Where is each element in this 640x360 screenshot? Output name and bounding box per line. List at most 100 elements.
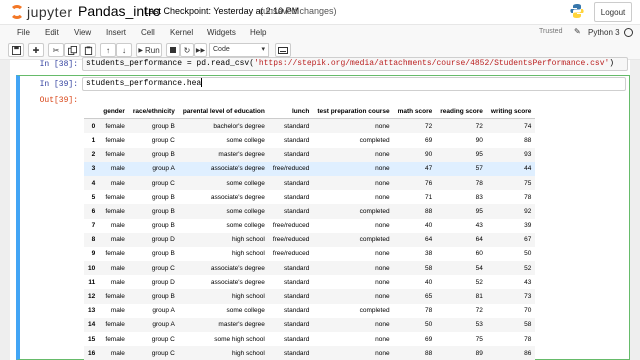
- table-cell: none: [375, 293, 390, 301]
- column-header: parental level of education: [178, 104, 269, 120]
- table-cell: master's degree: [218, 151, 265, 159]
- table-cell: group B: [152, 193, 175, 201]
- table-cell: group C: [151, 349, 175, 357]
- column-header: race/ethnicity: [128, 104, 179, 120]
- restart-button[interactable]: ↻: [180, 43, 194, 57]
- table-row: 16 male group C high school standard none 88 89…: [84, 346, 536, 360]
- table-cell: 58: [524, 321, 532, 329]
- menu-insert[interactable]: Insert: [106, 28, 126, 37]
- table-cell: completed: [359, 307, 390, 315]
- table-cell: 83: [475, 193, 483, 201]
- table-row: 15 female group C some high school standard n…: [84, 332, 535, 346]
- move-up-button[interactable]: ↑: [100, 43, 116, 57]
- table-cell: 90: [475, 136, 483, 144]
- menu-file[interactable]: File: [17, 28, 30, 37]
- table-cell: male: [110, 307, 125, 315]
- copy-icon: [67, 45, 77, 55]
- paste-button[interactable]: [80, 43, 96, 57]
- column-header: test preparation course: [313, 104, 394, 120]
- table-cell: associate's degree: [210, 165, 265, 173]
- table-cell: 64: [425, 236, 433, 244]
- menu-help[interactable]: Help: [250, 28, 266, 37]
- table-cell: 78: [475, 179, 483, 187]
- table-cell: associate's degree: [210, 264, 265, 272]
- code-cell-input[interactable]: students_performance = pd.read_csv('http…: [82, 57, 628, 71]
- code-cell-input[interactable]: students_performance.hea: [82, 77, 626, 91]
- table-cell: standard: [284, 264, 310, 272]
- table-cell: 76: [425, 179, 433, 187]
- table-cell: high school: [231, 236, 265, 244]
- table-cell: female: [105, 193, 125, 201]
- fast-forward-icon: ▶▶: [195, 47, 206, 54]
- table-cell: free/reduced: [272, 250, 310, 258]
- table-row: 3 male group A associate's degree free/reduc…: [84, 161, 536, 176]
- row-index: 15: [88, 335, 96, 343]
- table-cell: group A: [152, 165, 175, 173]
- menu-cell[interactable]: Cell: [141, 28, 155, 37]
- table-cell: none: [375, 264, 390, 272]
- menu-kernel[interactable]: Kernel: [170, 28, 193, 37]
- unsaved-indicator: (unsaved changes): [260, 6, 337, 16]
- command-palette-button[interactable]: [275, 43, 291, 57]
- table-cell: group B: [152, 151, 175, 159]
- column-header: gender: [99, 104, 129, 120]
- menu-edit[interactable]: Edit: [45, 28, 59, 37]
- vertical-scrollbar[interactable]: [633, 60, 640, 360]
- row-index: 12: [88, 293, 96, 301]
- run-button[interactable]: ▶ Run: [136, 43, 162, 57]
- column-header: lunch: [268, 104, 314, 120]
- table-row: 0 female group B bachelor's degree standard n…: [84, 118, 536, 134]
- table-cell: group D: [151, 278, 175, 286]
- menu-widgets[interactable]: Widgets: [207, 28, 236, 37]
- jupyter-logo-icon: [10, 5, 24, 19]
- table-cell: female: [105, 293, 125, 301]
- table-cell: male: [110, 236, 125, 244]
- table-cell: high school: [231, 250, 265, 258]
- restart-run-all-button[interactable]: ▶▶: [194, 43, 207, 57]
- table-cell: none: [375, 179, 390, 187]
- save-button[interactable]: [8, 43, 24, 57]
- table-cell: some college: [226, 179, 265, 187]
- table-cell: 57: [475, 165, 483, 173]
- table-cell: none: [375, 222, 390, 230]
- table-row: 10 male group C associate's degree standard n…: [84, 261, 536, 276]
- table-cell: none: [375, 165, 390, 173]
- restart-icon: ↻: [183, 45, 191, 55]
- row-index: 2: [91, 151, 96, 159]
- output-prompt: Out[39]:: [39, 96, 78, 105]
- text-cursor: [201, 78, 203, 88]
- table-cell: 67: [524, 236, 532, 244]
- table-cell: completed: [359, 207, 390, 215]
- copy-button[interactable]: [64, 43, 80, 57]
- table-cell: female: [105, 321, 125, 329]
- table-cell: none: [375, 278, 390, 286]
- row-index: 0: [91, 122, 96, 130]
- interrupt-button[interactable]: [166, 43, 180, 57]
- cell-type-value: Code: [213, 46, 230, 53]
- move-down-button[interactable]: ↓: [116, 43, 132, 57]
- table-cell: associate's degree: [210, 278, 265, 286]
- table-cell: 40: [425, 278, 433, 286]
- row-index: 14: [88, 321, 96, 329]
- cut-button[interactable]: ✂: [48, 43, 64, 57]
- menu-view[interactable]: View: [74, 28, 91, 37]
- table-cell: female: [105, 335, 125, 343]
- python-logo-icon: [570, 4, 584, 18]
- table-cell: 92: [524, 207, 532, 215]
- chevron-down-icon: ▾: [261, 46, 265, 53]
- scissors-icon: ✂: [52, 45, 60, 55]
- row-index: 9: [91, 250, 96, 258]
- insert-cell-button[interactable]: ✚: [28, 43, 44, 57]
- table-cell: male: [110, 165, 125, 173]
- cell-type-select[interactable]: Code ▾: [209, 43, 269, 57]
- table-cell: 93: [524, 151, 532, 159]
- table-cell: 69: [425, 136, 433, 144]
- table-cell: male: [110, 222, 125, 230]
- trusted-badge[interactable]: Trusted: [539, 28, 562, 35]
- logout-button[interactable]: Logout: [594, 2, 632, 22]
- jupyter-logo[interactable]: jupyter: [10, 4, 73, 20]
- table-cell: standard: [284, 349, 310, 357]
- row-index: 4: [91, 179, 96, 187]
- table-cell: some college: [226, 222, 265, 230]
- table-cell: 95: [475, 151, 483, 159]
